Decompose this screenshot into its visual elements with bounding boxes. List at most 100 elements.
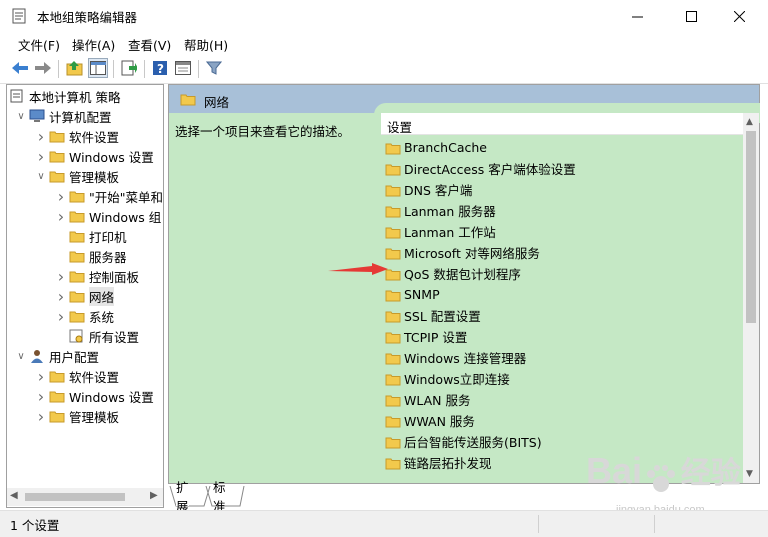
- chevron-right-icon[interactable]: ›: [53, 206, 69, 226]
- show-hide-tree-button[interactable]: [88, 58, 108, 78]
- folder-icon: [49, 389, 65, 403]
- tree-item[interactable]: 所有设置: [53, 326, 139, 346]
- menu-file[interactable]: 文件(F): [18, 35, 60, 54]
- chevron-right-icon[interactable]: ›: [53, 306, 69, 326]
- paw-icon: [647, 464, 676, 492]
- list-item[interactable]: Microsoft 对等网络服务: [385, 242, 540, 263]
- list-item[interactable]: SNMP: [385, 284, 440, 305]
- window-title: 本地组策略编辑器: [37, 10, 138, 25]
- filter-icon: [206, 61, 222, 75]
- tree-horizontal-scrollbar[interactable]: ◀ ▶: [7, 488, 163, 506]
- tree-item[interactable]: 服务器: [53, 246, 127, 266]
- list-item-label: QoS 数据包计划程序: [404, 267, 521, 282]
- back-button[interactable]: [10, 58, 30, 78]
- chevron-right-icon[interactable]: ›: [53, 266, 69, 286]
- tree-item[interactable]: 打印机: [53, 226, 127, 246]
- folder-icon: [69, 309, 85, 323]
- chevron-right-icon[interactable]: ›: [33, 406, 49, 426]
- tree-pane[interactable]: 本地计算机 策略 ∨ 计算机配置 › 软件设置 › Windows 设置 ∨ 管理模板 › "开始"…: [6, 84, 164, 508]
- chevron-right-icon[interactable]: ›: [33, 146, 49, 166]
- tree-item[interactable]: ∨ 计算机配置: [13, 106, 112, 126]
- toolbar: ?: [0, 54, 768, 84]
- close-button[interactable]: [716, 0, 762, 32]
- scroll-right-icon[interactable]: ▶: [150, 490, 158, 501]
- menu-help[interactable]: 帮助(H): [184, 35, 228, 54]
- list-item[interactable]: Windows立即连接: [385, 368, 510, 389]
- folder-icon: [385, 435, 401, 449]
- policy-icon: [9, 89, 25, 103]
- list-item[interactable]: QoS 数据包计划程序: [385, 263, 521, 284]
- tab-extended[interactable]: 扩展: [176, 480, 189, 514]
- tree-item-label: "开始"菜单和: [89, 189, 163, 205]
- list-item[interactable]: WWAN 服务: [385, 410, 475, 431]
- column-header-setting[interactable]: 设置: [381, 113, 743, 135]
- chevron-right-icon[interactable]: ›: [33, 126, 49, 146]
- tree-item-label: 管理模板: [69, 409, 120, 425]
- tree-item[interactable]: › 软件设置: [33, 126, 119, 146]
- tree-item-label: 网络: [89, 286, 115, 306]
- list-item[interactable]: 后台智能传送服务(BITS): [385, 431, 542, 452]
- list-item[interactable]: DNS 客户端: [385, 179, 472, 200]
- tree-item-label: Windows 设置: [69, 389, 154, 405]
- list-item[interactable]: 链路层拓扑发现: [385, 452, 492, 473]
- folder-icon: [385, 246, 401, 260]
- tree-item[interactable]: › 网络: [53, 286, 115, 306]
- list-item-label: Windows 连接管理器: [404, 351, 527, 366]
- folder-icon: [69, 269, 85, 283]
- chevron-right-icon[interactable]: ›: [33, 366, 49, 386]
- tree-item[interactable]: › 软件设置: [33, 366, 119, 386]
- list-item[interactable]: SSL 配置设置: [385, 305, 481, 326]
- help-button[interactable]: ?: [150, 58, 170, 78]
- list-item-label: TCPIP 设置: [404, 330, 468, 345]
- list-item[interactable]: DirectAccess 客户端体验设置: [385, 158, 576, 179]
- tree-item[interactable]: 本地计算机 策略: [9, 86, 120, 106]
- tree-item[interactable]: ∨ 管理模板: [33, 166, 119, 186]
- list-vertical-scrollbar[interactable]: ▲ ▼: [743, 113, 759, 483]
- chevron-down-icon[interactable]: ∨: [33, 166, 49, 186]
- scroll-thumb[interactable]: [25, 493, 125, 501]
- scroll-up-icon[interactable]: ▲: [746, 117, 753, 127]
- chevron-right-icon[interactable]: ›: [53, 186, 69, 206]
- list-item[interactable]: Windows 连接管理器: [385, 347, 526, 368]
- menu-view[interactable]: 查看(V): [128, 35, 171, 54]
- folder-icon: [385, 288, 401, 302]
- list-item[interactable]: Lanman 服务器: [385, 200, 496, 221]
- list-item[interactable]: Lanman 工作站: [385, 221, 496, 242]
- scroll-thumb[interactable]: [746, 131, 756, 323]
- tree-item-label: Windows 设置: [69, 149, 154, 165]
- chevron-down-icon[interactable]: ∨: [13, 106, 29, 126]
- minimize-button[interactable]: [614, 0, 660, 32]
- tree-item[interactable]: › 管理模板: [33, 406, 119, 426]
- tree-item-label: 本地计算机 策略: [29, 89, 121, 105]
- scroll-left-icon[interactable]: ◀: [10, 490, 18, 501]
- app-icon: [12, 8, 26, 24]
- list-item-label: Windows立即连接: [404, 372, 510, 387]
- list-item[interactable]: BranchCache: [385, 137, 487, 158]
- tree-item[interactable]: › Windows 设置: [33, 386, 154, 406]
- tree-item[interactable]: › Windows 设置: [33, 146, 154, 166]
- tree-item-label: 用户配置: [49, 349, 100, 365]
- list-item-label: WWAN 服务: [404, 414, 475, 429]
- folder-icon: [385, 393, 401, 407]
- properties-button[interactable]: [173, 58, 193, 78]
- maximize-button[interactable]: [668, 0, 714, 32]
- list-item[interactable]: WLAN 服务: [385, 389, 471, 410]
- export-list-button[interactable]: [119, 58, 139, 78]
- menu-action[interactable]: 操作(A): [72, 35, 115, 54]
- annotation-arrow: [328, 263, 388, 275]
- scroll-down-icon[interactable]: ▼: [746, 469, 753, 479]
- tree-item[interactable]: › "开始"菜单和: [53, 186, 163, 206]
- tree-item[interactable]: › 控制面板: [53, 266, 139, 286]
- tab-standard[interactable]: 标准: [213, 480, 226, 514]
- list-item[interactable]: TCPIP 设置: [385, 326, 467, 347]
- tree-item[interactable]: ∨ 用户配置: [13, 346, 99, 366]
- tree-item[interactable]: › Windows 组: [53, 206, 161, 226]
- forward-button[interactable]: [33, 58, 53, 78]
- folder-icon: [69, 209, 85, 223]
- chevron-right-icon[interactable]: ›: [53, 286, 69, 306]
- filter-button[interactable]: [204, 58, 224, 78]
- tree-item[interactable]: › 系统: [53, 306, 114, 326]
- chevron-right-icon[interactable]: ›: [33, 386, 49, 406]
- up-level-button[interactable]: [65, 58, 85, 78]
- chevron-down-icon[interactable]: ∨: [13, 346, 29, 366]
